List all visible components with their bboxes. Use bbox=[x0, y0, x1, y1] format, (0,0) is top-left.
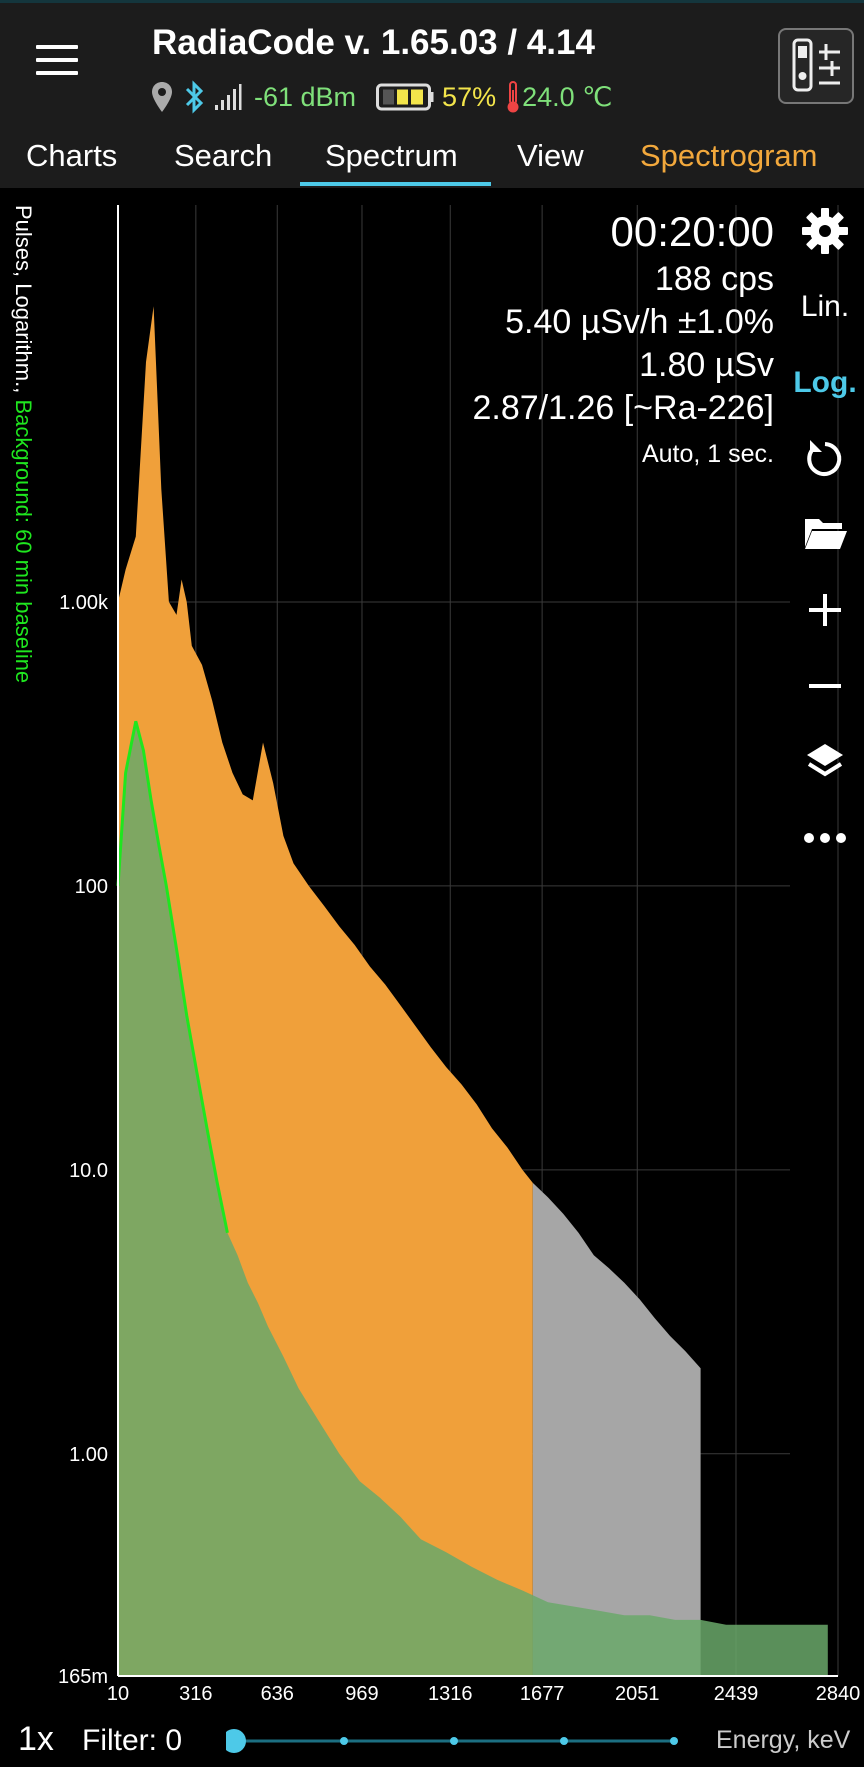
temperature: 24.0 ℃ bbox=[522, 81, 613, 112]
filter-label: Filter: 0 bbox=[82, 1724, 183, 1757]
y-tick-label: 1.00k bbox=[59, 592, 109, 614]
x-axis-label: Energy, keV bbox=[716, 1726, 851, 1754]
gear-icon[interactable] bbox=[800, 206, 850, 256]
x-tick-label: 316 bbox=[179, 1683, 212, 1705]
y-tick-label: 10.0 bbox=[69, 1160, 108, 1182]
thermometer-icon bbox=[507, 81, 519, 113]
x-tick-label: 1677 bbox=[520, 1683, 565, 1705]
update-mode: Auto, 1 sec. bbox=[641, 440, 774, 468]
app-header: RadiaCode v. 1.65.03 / 4.14 -61 dBm 57% … bbox=[0, 0, 864, 128]
signal-icon bbox=[215, 84, 242, 110]
status-row: -61 dBm 57% 24.0 ℃ bbox=[150, 77, 612, 117]
x-tick-label: 2840 bbox=[816, 1683, 861, 1705]
log-scale-button[interactable]: Log. bbox=[780, 366, 864, 400]
filter-slider[interactable] bbox=[226, 1726, 686, 1756]
layers-icon[interactable] bbox=[800, 737, 850, 787]
tab-view[interactable]: View bbox=[517, 138, 584, 174]
measurement-time: 00:20:00 bbox=[610, 208, 775, 255]
more-icon[interactable] bbox=[800, 813, 850, 863]
plus-icon[interactable] bbox=[800, 585, 850, 635]
device-settings-button[interactable] bbox=[778, 28, 854, 104]
reset-icon[interactable] bbox=[800, 434, 850, 484]
menu-icon[interactable] bbox=[36, 45, 78, 79]
slider-step bbox=[340, 1737, 348, 1745]
tab-bar: Charts Search Spectrum View Spectrogram bbox=[0, 128, 864, 188]
y-tick-label: 165m bbox=[58, 1666, 108, 1688]
slider-step bbox=[560, 1737, 568, 1745]
signal-strength: -61 dBm bbox=[254, 81, 357, 112]
minus-icon[interactable] bbox=[800, 661, 850, 711]
x-tick-label: 1316 bbox=[428, 1683, 473, 1705]
folder-icon[interactable] bbox=[800, 508, 850, 558]
gray-spectrum-area bbox=[532, 1182, 701, 1676]
location-icon bbox=[152, 82, 172, 112]
dose-rate: 5.40 µSv/h ±1.0% bbox=[505, 303, 774, 341]
battery-icon bbox=[376, 83, 434, 111]
bottom-bar: 1x Filter: 0 Energy, keV bbox=[0, 1712, 864, 1767]
slider-step bbox=[670, 1737, 678, 1745]
y-tick-label: 1.00 bbox=[69, 1444, 108, 1466]
app-title: RadiaCode v. 1.65.03 / 4.14 bbox=[152, 23, 595, 62]
count-rate: 188 cps bbox=[654, 260, 774, 298]
linear-scale-button[interactable]: Lin. bbox=[780, 290, 864, 324]
active-tab-indicator bbox=[300, 182, 491, 186]
device-sliders-icon bbox=[792, 38, 840, 92]
x-tick-label: 969 bbox=[345, 1683, 378, 1705]
x-tick-label: 2051 bbox=[615, 1683, 660, 1705]
bluetooth-icon bbox=[185, 80, 204, 114]
tab-search[interactable]: Search bbox=[174, 138, 272, 174]
x-tick-label: 2439 bbox=[714, 1683, 759, 1705]
slider-step bbox=[450, 1737, 458, 1745]
x-tick-label: 636 bbox=[261, 1683, 294, 1705]
accumulated-dose: 1.80 µSv bbox=[639, 346, 774, 384]
x-tick-label: 10 bbox=[107, 1683, 129, 1705]
slider-thumb bbox=[226, 1729, 246, 1753]
isotope-ratio: 2.87/1.26 [~Ra-226] bbox=[472, 389, 774, 427]
tab-spectrum[interactable]: Spectrum bbox=[325, 138, 458, 174]
tab-spectrogram[interactable]: Spectrogram bbox=[640, 138, 817, 174]
y-tick-label: 100 bbox=[75, 876, 108, 898]
tab-charts[interactable]: Charts bbox=[26, 138, 117, 174]
zoom-level[interactable]: 1x bbox=[18, 1720, 54, 1759]
battery-level: 57% bbox=[442, 81, 497, 112]
